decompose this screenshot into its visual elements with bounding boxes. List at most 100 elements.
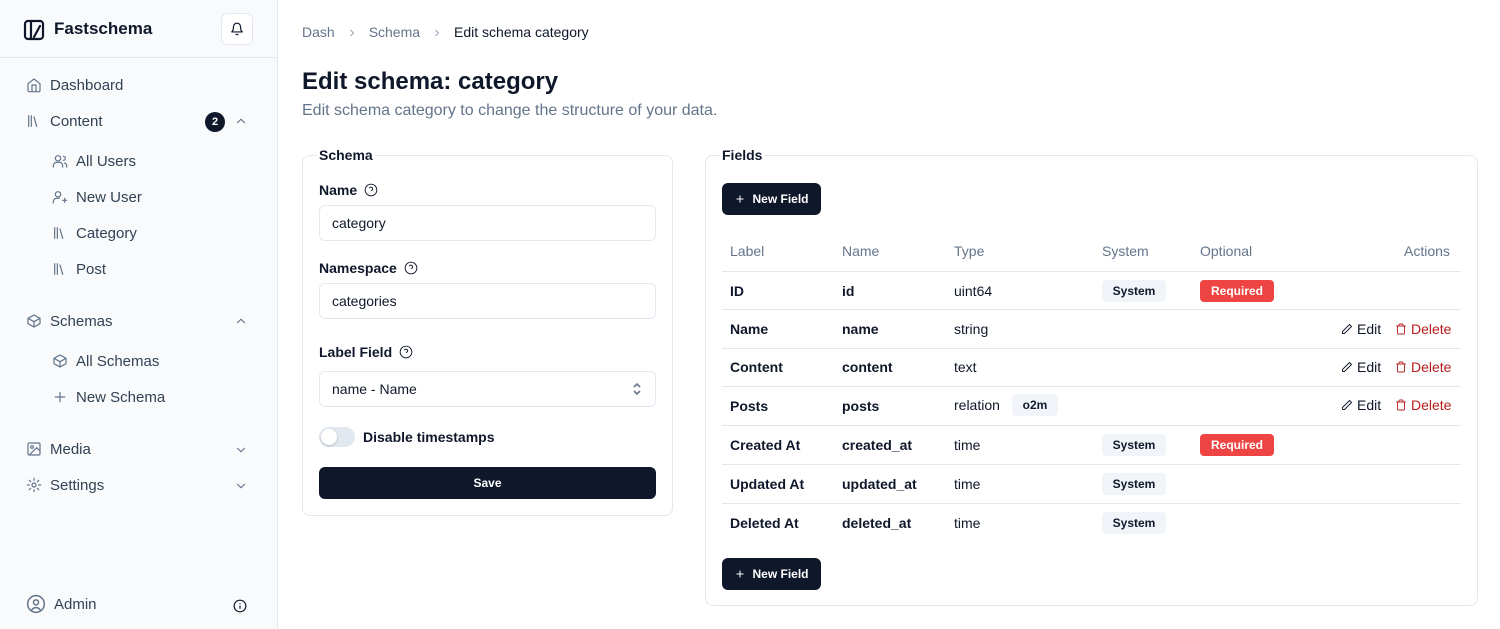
row-type: string xyxy=(954,321,989,337)
fields-legend: Fields xyxy=(722,147,763,163)
sidebar-item-new-schema[interactable]: New Schema xyxy=(52,385,165,409)
label-field-label: Label Field xyxy=(319,344,413,360)
sidebar-item-dashboard[interactable]: Dashboard xyxy=(26,73,123,97)
plus-icon xyxy=(736,570,744,578)
sidebar-item-category[interactable]: Category xyxy=(52,221,137,245)
delete-label: Delete xyxy=(1411,359,1452,375)
sidebar-item-schemas[interactable]: Schemas xyxy=(26,309,113,333)
edit-button[interactable]: Edit xyxy=(1341,397,1381,413)
trash-icon xyxy=(1396,399,1406,411)
sidebar-item-label: Post xyxy=(76,260,107,278)
box-icon xyxy=(52,353,68,369)
chevron-up-icon[interactable] xyxy=(234,314,248,328)
sidebar-item-content[interactable]: Content xyxy=(26,109,103,133)
col-header-system: System xyxy=(1102,243,1149,259)
trash-icon xyxy=(1396,323,1406,335)
sidebar-item-label: Media xyxy=(50,440,91,458)
delete-label: Delete xyxy=(1411,397,1452,413)
name-label-text: Name xyxy=(319,182,358,198)
sidebar-item-all-users[interactable]: All Users xyxy=(52,149,136,173)
sidebar-item-label: Category xyxy=(76,224,137,242)
chevron-up-icon[interactable] xyxy=(234,114,248,128)
user-circle-icon xyxy=(26,594,46,614)
edit-label: Edit xyxy=(1357,321,1382,337)
sidebar-item-label: All Schemas xyxy=(76,352,160,370)
content-count-badge: 2 xyxy=(205,112,225,132)
breadcrumb-current: Edit schema category xyxy=(454,24,589,40)
namespace-input[interactable]: categories xyxy=(319,283,656,319)
col-header-actions: Actions xyxy=(1404,243,1450,259)
help-circle-icon[interactable] xyxy=(364,183,378,197)
breadcrumb: Dash Schema Edit schema category xyxy=(302,24,589,40)
row-type: time xyxy=(954,437,981,453)
sidebar-item-all-schemas[interactable]: All Schemas xyxy=(52,349,159,373)
help-circle-icon[interactable] xyxy=(404,261,418,275)
new-field-label: New Field xyxy=(752,192,809,206)
row-divider xyxy=(722,464,1461,465)
row-name: created_at xyxy=(842,437,913,453)
row-name: deleted_at xyxy=(842,515,912,531)
sidebar-item-settings[interactable]: Settings xyxy=(26,473,104,497)
row-type: time xyxy=(954,515,981,531)
row-divider xyxy=(722,503,1461,504)
delete-button[interactable]: Delete xyxy=(1395,321,1451,337)
delete-button[interactable]: Delete xyxy=(1395,397,1451,413)
label-field-select[interactable]: name - Name xyxy=(319,371,656,407)
schema-legend: Schema xyxy=(319,147,373,163)
row-label: Content xyxy=(730,359,783,375)
row-label: Deleted At xyxy=(730,515,799,531)
bell-icon xyxy=(231,22,243,36)
library-icon xyxy=(52,225,68,241)
library-icon xyxy=(52,261,68,277)
chevron-down-icon[interactable] xyxy=(234,479,248,493)
row-divider xyxy=(722,348,1461,349)
chevron-down-icon[interactable] xyxy=(234,443,248,457)
relation-type-badge: o2m xyxy=(1012,394,1058,416)
user-plus-icon xyxy=(52,189,68,205)
plus-icon xyxy=(52,389,68,405)
name-input[interactable]: category xyxy=(319,205,656,241)
row-label: Posts xyxy=(730,398,769,414)
breadcrumb-schema[interactable]: Schema xyxy=(369,24,420,40)
delete-button[interactable]: Delete xyxy=(1395,359,1451,375)
box-icon xyxy=(26,313,42,329)
plus-icon xyxy=(736,195,744,203)
schema-form: Schema xyxy=(302,147,673,516)
edit-button[interactable]: Edit xyxy=(1341,321,1381,337)
sidebar-item-new-user[interactable]: New User xyxy=(52,185,142,209)
sidebar-user-admin[interactable]: Admin xyxy=(26,592,97,616)
system-badge: System xyxy=(1102,512,1166,534)
toggle-knob xyxy=(321,429,337,445)
image-icon xyxy=(26,441,42,457)
new-field-button-top[interactable]: New Field xyxy=(722,183,821,215)
fastschema-logo-icon xyxy=(23,19,45,41)
home-icon xyxy=(26,77,42,93)
col-header-name: Name xyxy=(842,243,880,259)
new-field-button-bottom[interactable]: New Field xyxy=(722,558,821,590)
edit-label: Edit xyxy=(1357,359,1382,375)
new-field-label: New Field xyxy=(752,567,809,581)
namespace-label: Namespace xyxy=(319,260,418,276)
trash-icon xyxy=(1396,361,1406,373)
info-icon[interactable] xyxy=(233,599,247,613)
disable-timestamps-label: Disable timestamps xyxy=(363,429,495,445)
system-badge: System xyxy=(1102,280,1166,302)
sidebar-header: Fastschema xyxy=(0,0,277,58)
sidebar-item-label: Dashboard xyxy=(50,76,124,94)
chevrons-up-down-icon xyxy=(632,382,642,396)
save-button[interactable]: Save xyxy=(319,467,656,499)
sidebar-item-post[interactable]: Post xyxy=(52,257,106,281)
help-circle-icon[interactable] xyxy=(399,345,413,359)
breadcrumb-dash[interactable]: Dash xyxy=(302,24,335,40)
row-label: Updated At xyxy=(730,476,805,492)
fields-panel: Fields xyxy=(705,147,1478,606)
row-name: name xyxy=(842,321,879,337)
sidebar: Fastschema Dashboard Content 2 All Users… xyxy=(0,0,278,629)
disable-timestamps-toggle[interactable] xyxy=(319,427,355,447)
notifications-button[interactable] xyxy=(221,13,253,45)
edit-button[interactable]: Edit xyxy=(1341,359,1381,375)
system-badge: System xyxy=(1102,434,1166,456)
sidebar-item-media[interactable]: Media xyxy=(26,437,91,461)
row-divider xyxy=(722,425,1461,426)
row-type: uint64 xyxy=(954,283,993,299)
